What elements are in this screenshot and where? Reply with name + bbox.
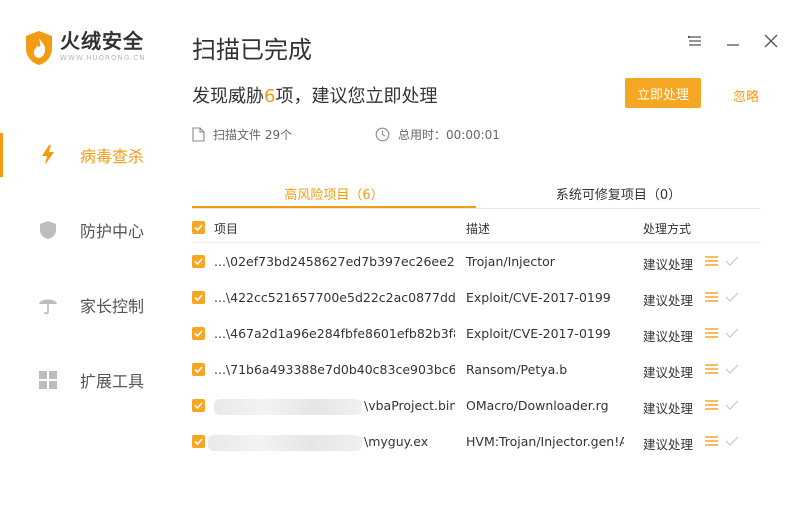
trust-check-icon[interactable]: [725, 362, 739, 376]
table-row[interactable]: ...\467a2d1a96e284fbfe8601efb82b3f8d6 Ex…: [192, 316, 761, 352]
redacted-path-blur: [208, 434, 362, 451]
list-menu-icon[interactable]: [705, 327, 718, 339]
threat-description: HVM:Trojan/Injector.gen!A: [466, 434, 624, 449]
shield-icon: [38, 220, 58, 240]
threat-description: Exploit/CVE-2017-0199: [466, 326, 611, 341]
row-checkbox[interactable]: [192, 399, 205, 412]
row-checkbox[interactable]: [192, 327, 205, 340]
column-header-action: 处理方式: [643, 222, 692, 236]
table-row[interactable]: ...\02ef73bd2458627ed7b397ec26ee2de2e Tr…: [192, 244, 761, 280]
umbrella-icon: [38, 295, 58, 315]
threat-file-path: ...\02ef73bd2458627ed7b397ec26ee2de2e: [214, 254, 455, 269]
row-checkbox[interactable]: [192, 291, 205, 304]
threat-summary: 发现威胁6项，建议您立即处理: [192, 82, 437, 108]
minimize-button[interactable]: [722, 30, 744, 52]
threat-action-select[interactable]: 建议处理: [643, 362, 693, 381]
sidebar-item-virus-scan[interactable]: 病毒查杀: [0, 130, 172, 180]
threat-file-path: ...\71b6a493388e7d0b40c83ce903bc6b04: [214, 362, 455, 377]
checkmark-icon: [194, 294, 203, 301]
list-menu-icon[interactable]: [705, 363, 718, 375]
list-menu-icon[interactable]: [705, 399, 718, 411]
file-icon: [192, 127, 205, 142]
sidebar-item-label: 扩展工具: [80, 372, 145, 391]
close-icon: [764, 34, 778, 48]
checkmark-icon: [194, 258, 203, 265]
scanned-files-info: 扫描文件 29个: [192, 126, 292, 143]
list-menu-icon[interactable]: [705, 291, 718, 303]
app-url: WWW.HUORONG.CN: [60, 54, 146, 62]
threat-action-select[interactable]: 建议处理: [643, 326, 693, 345]
threat-action-select[interactable]: 建议处理: [643, 254, 693, 273]
trust-check-icon[interactable]: [725, 290, 739, 304]
threat-file-name: \myguy.ex: [364, 434, 429, 449]
threat-summary-suffix: 项，建议您立即处理: [275, 86, 438, 107]
threat-description: Ransom/Petya.b: [466, 362, 568, 377]
sidebar-item-parental[interactable]: 家长控制: [0, 280, 172, 330]
close-button[interactable]: [760, 30, 782, 52]
table-row[interactable]: \vbaProject.bin OMacro/Downloader.rg 建议处…: [192, 388, 761, 424]
checkmark-icon: [194, 402, 203, 409]
threat-count: 6: [264, 86, 276, 107]
checkmark-icon: [194, 330, 203, 337]
sidebar-item-label: 家长控制: [80, 297, 145, 316]
list-menu-icon[interactable]: [705, 255, 718, 267]
scan-duration-info: 总用时：00:00:01: [375, 126, 500, 143]
flame-shield-logo-icon: [26, 31, 52, 65]
trust-check-icon[interactable]: [725, 398, 739, 412]
minimize-icon: [727, 44, 739, 46]
checkmark-icon: [194, 224, 203, 231]
column-header-item: 项目: [214, 222, 239, 236]
list-menu-icon[interactable]: [705, 435, 718, 447]
threat-file-path: ...\422cc521657700e5d22c2ac0877dd104e: [214, 290, 455, 305]
table-row[interactable]: \myguy.ex HVM:Trojan/Injector.gen!A 建议处理: [192, 424, 761, 460]
select-all-checkbox[interactable]: [192, 221, 205, 234]
sidebar-item-tools[interactable]: 扩展工具: [0, 355, 172, 405]
sidebar-item-protection[interactable]: 防护中心: [0, 205, 172, 255]
threat-summary-prefix: 发现威胁: [192, 86, 264, 107]
lightning-icon: [38, 145, 58, 165]
table-row[interactable]: ...\422cc521657700e5d22c2ac0877dd104e Ex…: [192, 280, 761, 316]
menu-button[interactable]: [684, 30, 706, 52]
tab-high-risk[interactable]: 高风险项目（6）: [192, 180, 476, 208]
threat-action-select[interactable]: 建议处理: [643, 398, 693, 417]
checkmark-icon: [194, 366, 203, 373]
ignore-link[interactable]: 忽略: [733, 86, 759, 105]
scan-duration-label: 总用时：00:00:01: [398, 128, 500, 142]
app-title: 火绒安全: [60, 29, 144, 53]
page-title: 扫描已完成: [192, 36, 312, 64]
threat-file-name: \vbaProject.bin: [364, 398, 455, 413]
tab-system-repair[interactable]: 系统可修复项目（0）: [476, 180, 761, 206]
sidebar-item-label: 防护中心: [80, 222, 145, 241]
redacted-path-blur: [214, 398, 362, 415]
grid-icon: [38, 370, 58, 390]
app-logo: 火绒安全 WWW.HUORONG.CN: [24, 30, 145, 66]
sidebar: 火绒安全 WWW.HUORONG.CN 病毒查杀 防护中心 家长控制 扩展工具: [0, 0, 172, 514]
threat-description: Trojan/Injector: [466, 254, 555, 269]
scanned-files-label: 扫描文件 29个: [213, 128, 293, 142]
threat-table-header: 项目 描述 处理方式: [192, 214, 761, 243]
trust-check-icon[interactable]: [725, 326, 739, 340]
threat-action-select[interactable]: 建议处理: [643, 290, 693, 309]
row-checkbox[interactable]: [192, 255, 205, 268]
threat-file-path: ...\467a2d1a96e284fbfe8601efb82b3f8d6: [214, 326, 455, 341]
threat-file-path: \myguy.ex: [208, 434, 449, 451]
threat-file-path: \vbaProject.bin: [214, 398, 455, 415]
row-checkbox[interactable]: [192, 435, 205, 448]
table-row[interactable]: ...\71b6a493388e7d0b40c83ce903bc6b04 Ran…: [192, 352, 761, 388]
threat-action-select[interactable]: 建议处理: [643, 434, 693, 453]
row-checkbox[interactable]: [192, 363, 205, 376]
result-tabs: 高风险项目（6） 系统可修复项目（0）: [192, 180, 761, 209]
column-header-description: 描述: [466, 222, 491, 236]
trust-check-icon[interactable]: [725, 254, 739, 268]
trust-check-icon[interactable]: [725, 434, 739, 448]
checkmark-icon: [194, 438, 203, 445]
threat-description: Exploit/CVE-2017-0199: [466, 290, 611, 305]
clock-icon: [375, 127, 390, 142]
sidebar-item-label: 病毒查杀: [80, 147, 145, 166]
menu-icon: [688, 36, 701, 46]
handle-now-button[interactable]: 立即处理: [625, 78, 701, 108]
threat-description: OMacro/Downloader.rg: [466, 398, 609, 413]
